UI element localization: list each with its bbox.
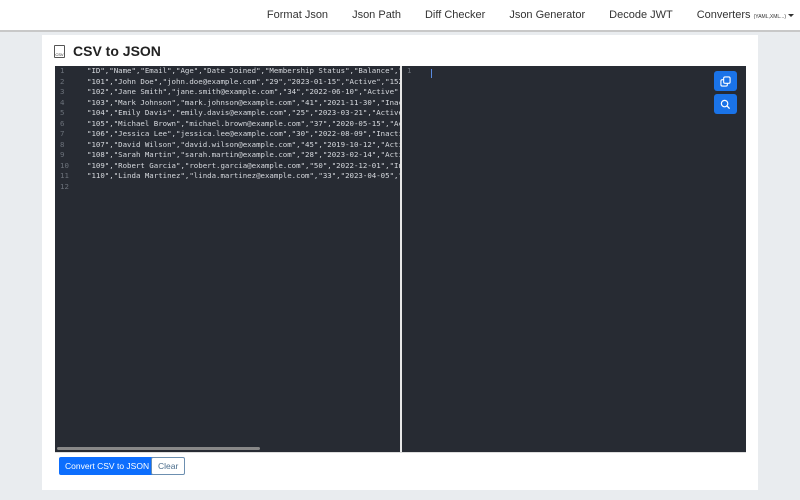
nav-format-json[interactable]: Format Json [267,9,328,21]
editor-line: 10 "109","Robert Garcia","robert.garcia@e… [55,161,400,172]
editor-line: 1 "ID","Name","Email","Age","Date Joined"… [55,66,400,77]
line-code: "103","Mark Johnson","mark.johnson@examp… [87,97,400,107]
line-code: "109","Robert Garcia","robert.garcia@exa… [87,160,400,170]
editor-line: 6 "105","Michael Brown","michael.brown@ex… [55,119,400,130]
editor-line: 8 "107","David Wilson","david.wilson@exam… [55,140,400,151]
editor-line: 2 "101","John Doe","john.doe@example.com"… [55,77,400,88]
editor-line: 3 "102","Jane Smith","jane.smith@example.… [55,87,400,98]
editor-line: 12 [55,182,400,193]
editor-line: 11 "110","Linda Martinez","linda.martinez… [55,171,400,182]
search-button[interactable] [714,94,737,114]
line-number: 4 [60,97,65,107]
nav-json-generator[interactable]: Json Generator [509,9,585,21]
nav-converters-dropdown[interactable]: Converters (YAML,XML...) [697,9,794,21]
converters-label: Converters [696,9,751,21]
convert-button[interactable]: Convert CSV to JSON [59,457,156,475]
text-cursor [431,69,432,78]
line-number: 1 [60,66,65,75]
line-number: 1 [407,66,412,75]
line-number: 10 [60,160,69,170]
search-icon [720,99,731,109]
editor-line: 4 "103","Mark Johnson","mark.johnson@exam… [55,98,400,109]
line-code: "107","David Wilson","david.wilson@examp… [87,139,400,149]
line-number: 7 [60,129,65,138]
nav-json-path[interactable]: Json Path [352,9,401,21]
line-number: 2 [60,76,65,86]
copy-button[interactable] [714,71,737,91]
line-number: 5 [60,108,65,117]
line-code: "104","Emily Davis","emily.davis@example… [87,108,400,117]
csv-file-icon: CSV [54,44,65,58]
line-number: 6 [60,118,65,128]
divider [55,452,746,453]
line-code: "106","Jessica Lee","jessica.lee@example… [87,129,400,138]
converters-sub: (YAML,XML...) [753,14,786,20]
top-nav: Format Json Json Path Diff Checker Json … [0,0,800,32]
converter-card: CSV CSV to JSON 1 "ID","Name","Email","Ag… [42,35,758,490]
line-code: "102","Jane Smith","jane.smith@example.c… [87,87,400,96]
editor-line: 7 "106","Jessica Lee","jessica.lee@exampl… [55,129,400,140]
icon-label: CSV [55,51,64,57]
horizontal-scrollbar[interactable] [57,447,260,450]
line-code: "101","John Doe","john.doe@example.com",… [87,76,400,86]
caret-down-icon [788,13,794,17]
nav-diff-checker[interactable]: Diff Checker [425,9,485,21]
editor-line: 5 "104","Emily Davis","emily.davis@exampl… [55,108,400,119]
line-number: 8 [60,139,65,149]
json-output-editor[interactable]: 1 [400,66,746,452]
editor-line: 1 [402,66,746,77]
line-code: "110","Linda Martinez","linda.martinez@e… [87,171,400,180]
line-number: 11 [60,171,69,180]
page-title: CSV CSV to JSON [54,43,161,59]
line-code: "ID","Name","Email","Age","Date Joined",… [87,66,400,75]
line-number: 3 [60,87,65,96]
page-title-text: CSV to JSON [73,43,161,59]
line-code: "105","Michael Brown","michael.brown@exa… [87,118,400,128]
editor-line: 9 "108","Sarah Martin","sarah.martin@exam… [55,150,400,161]
nav-decode-jwt[interactable]: Decode JWT [609,9,673,21]
clear-button[interactable]: Clear [151,457,186,475]
line-number: 12 [60,181,69,191]
line-number: 9 [60,150,65,159]
csv-input-editor[interactable]: 1 "ID","Name","Email","Age","Date Joined"… [55,66,400,452]
copy-icon [720,75,731,87]
line-code: "108","Sarah Martin","sarah.martin@examp… [87,150,400,159]
